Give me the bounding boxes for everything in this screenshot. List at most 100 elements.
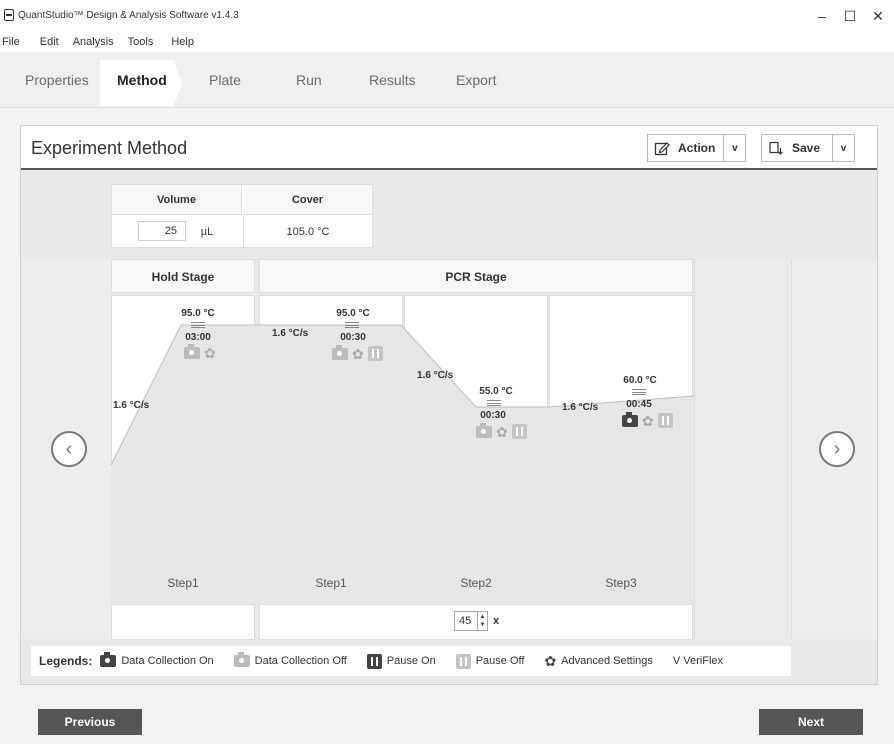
- cycle-count: 45 ▲ ▼ x: [454, 611, 499, 631]
- action-button[interactable]: Action v: [647, 134, 747, 162]
- action-label: Action: [678, 141, 716, 155]
- save-label: Save: [792, 141, 821, 155]
- pcr-step1-time[interactable]: 00:30: [328, 332, 378, 343]
- cycle-count-stepper[interactable]: 45 ▲ ▼: [454, 611, 488, 631]
- save-dropdown-caret[interactable]: v: [832, 135, 854, 161]
- pcr-step1-ramp-rate[interactable]: 1.6 °C/s: [272, 328, 308, 339]
- window-title: QuantStudio™ Design & Analysis Software …: [18, 10, 239, 21]
- pcr-step2-label: Step2: [460, 576, 492, 590]
- scroll-right-button[interactable]: ›: [819, 431, 855, 467]
- menu-analysis[interactable]: Analysis: [73, 36, 114, 48]
- legend-advanced-label: Advanced Settings: [561, 655, 653, 667]
- pcr-step1-label: Step1: [315, 576, 347, 590]
- data-collection-off-icon[interactable]: [184, 344, 200, 359]
- gear-icon: ✿: [544, 653, 557, 669]
- data-collection-on-icon[interactable]: [622, 411, 638, 427]
- data-collection-off-icon[interactable]: [476, 422, 492, 438]
- scroll-left-button[interactable]: ‹: [51, 431, 87, 467]
- pause-on-icon: [366, 653, 382, 669]
- app-icon: [4, 9, 14, 21]
- next-button[interactable]: Next: [759, 709, 863, 735]
- save-button[interactable]: Save v: [761, 134, 856, 162]
- hold-step1-label: Step1: [167, 576, 199, 590]
- thermal-profile: Hold Stage PCR Stage 95.0 °C 03:00 ✿ 1.6…: [21, 259, 877, 640]
- tab-export[interactable]: Export: [456, 72, 496, 88]
- pcr-step3-icons: ✿: [622, 411, 673, 428]
- legend-bar: Legends: Data Collection On Data Collect…: [31, 646, 791, 676]
- maximize-button[interactable]: ☐: [838, 6, 862, 26]
- legend-pause-off-label: Pause Off: [475, 655, 525, 667]
- gear-icon[interactable]: ✿: [642, 414, 654, 428]
- menu-edit[interactable]: Edit: [40, 36, 59, 48]
- edit-icon: [648, 135, 676, 161]
- hold-stage-footer: [111, 604, 255, 640]
- legend-pause-off: Pause Off: [455, 653, 525, 669]
- gear-icon[interactable]: ✿: [496, 425, 508, 439]
- menu-file[interactable]: File: [2, 36, 20, 48]
- data-collection-off-icon[interactable]: [332, 344, 348, 360]
- pause-off-icon: [455, 653, 471, 669]
- legend-data-off: Data Collection Off: [233, 652, 347, 667]
- pause-off-icon[interactable]: [657, 413, 673, 428]
- cycle-count-suffix: x: [493, 615, 500, 627]
- legend-data-off-label: Data Collection Off: [254, 655, 347, 667]
- pause-off-icon[interactable]: [511, 424, 527, 439]
- tab-results[interactable]: Results: [369, 72, 416, 88]
- pcr-step3-ramp-rate[interactable]: 1.6 °C/s: [562, 402, 598, 413]
- pcr-step1-icons: ✿: [332, 344, 383, 361]
- cover-header: Cover: [243, 185, 372, 215]
- chevron-left-icon: ‹: [65, 437, 73, 460]
- pcr-step3-time[interactable]: 00:45: [614, 399, 664, 410]
- pcr-step1-drag-handle[interactable]: [345, 322, 359, 328]
- save-icon: [762, 135, 790, 161]
- pcr-step2-icons: ✿: [476, 422, 527, 439]
- pcr-step3-temperature[interactable]: 60.0 °C: [615, 375, 665, 386]
- legend-pause-on-label: Pause On: [386, 655, 436, 667]
- pcr-step2-drag-handle[interactable]: [487, 400, 501, 406]
- legend-pause-on: Pause On: [366, 653, 436, 669]
- close-button[interactable]: ✕: [866, 6, 890, 26]
- pause-off-icon[interactable]: [367, 346, 383, 361]
- tab-properties[interactable]: Properties: [25, 72, 89, 88]
- hold-step1-drag-handle[interactable]: [191, 322, 205, 328]
- previous-button[interactable]: Previous: [38, 709, 142, 735]
- legend-veriflex-label: V VeriFlex: [672, 655, 724, 667]
- tab-method[interactable]: Method: [117, 72, 167, 88]
- pcr-step3-drag-handle[interactable]: [632, 389, 646, 395]
- volume-input[interactable]: 25: [138, 221, 186, 241]
- pcr-step2-time[interactable]: 00:30: [468, 410, 518, 421]
- pcr-step2-temperature[interactable]: 55.0 °C: [471, 386, 521, 397]
- cycle-count-value: 45: [459, 615, 472, 627]
- data-collection-off-icon: [233, 652, 250, 667]
- panel-title: Experiment Method: [31, 138, 188, 158]
- hold-step1-time[interactable]: 03:00: [173, 332, 223, 343]
- pcr-step1-temperature[interactable]: 95.0 °C: [328, 308, 378, 319]
- hold-step1-icons: ✿: [184, 344, 216, 360]
- volume-cover-table: Volume Cover 25 µL 105.0 °C: [111, 184, 373, 248]
- menu-help[interactable]: Help: [171, 36, 194, 48]
- cover-temperature: 105.0 °C: [243, 216, 372, 248]
- pcr-step2-ramp-rate[interactable]: 1.6 °C/s: [417, 370, 453, 381]
- panel-header: Experiment Method Action v Save v: [21, 126, 877, 170]
- action-dropdown-caret[interactable]: v: [723, 135, 745, 161]
- legend-title: Legends:: [39, 654, 93, 668]
- temperature-profile-fill: [111, 325, 694, 603]
- hold-step1-ramp-rate[interactable]: 1.6 °C/s: [113, 400, 149, 411]
- tab-run[interactable]: Run: [296, 72, 322, 88]
- legend-data-on: Data Collection On: [100, 652, 214, 667]
- tab-plate[interactable]: Plate: [209, 72, 241, 88]
- chevron-right-icon: ›: [833, 437, 841, 460]
- stepper-arrows-icon[interactable]: ▲ ▼: [477, 612, 487, 630]
- menu-tools[interactable]: Tools: [128, 36, 154, 48]
- experiment-method-panel: Experiment Method Action v Save v Volume…: [20, 125, 878, 685]
- pcr-step3-label: Step3: [605, 576, 637, 590]
- legend-veriflex: V VeriFlex: [673, 655, 723, 667]
- minimize-button[interactable]: –: [810, 6, 834, 26]
- data-collection-on-icon: [100, 652, 117, 667]
- menu-bar: File Edit Analysis Tools Help: [0, 32, 894, 52]
- gear-icon[interactable]: ✿: [352, 347, 364, 361]
- legend-data-on-label: Data Collection On: [121, 655, 214, 667]
- title-bar: QuantStudio™ Design & Analysis Software …: [0, 0, 894, 32]
- gear-icon[interactable]: ✿: [204, 346, 216, 360]
- hold-step1-temperature[interactable]: 95.0 °C: [173, 308, 223, 319]
